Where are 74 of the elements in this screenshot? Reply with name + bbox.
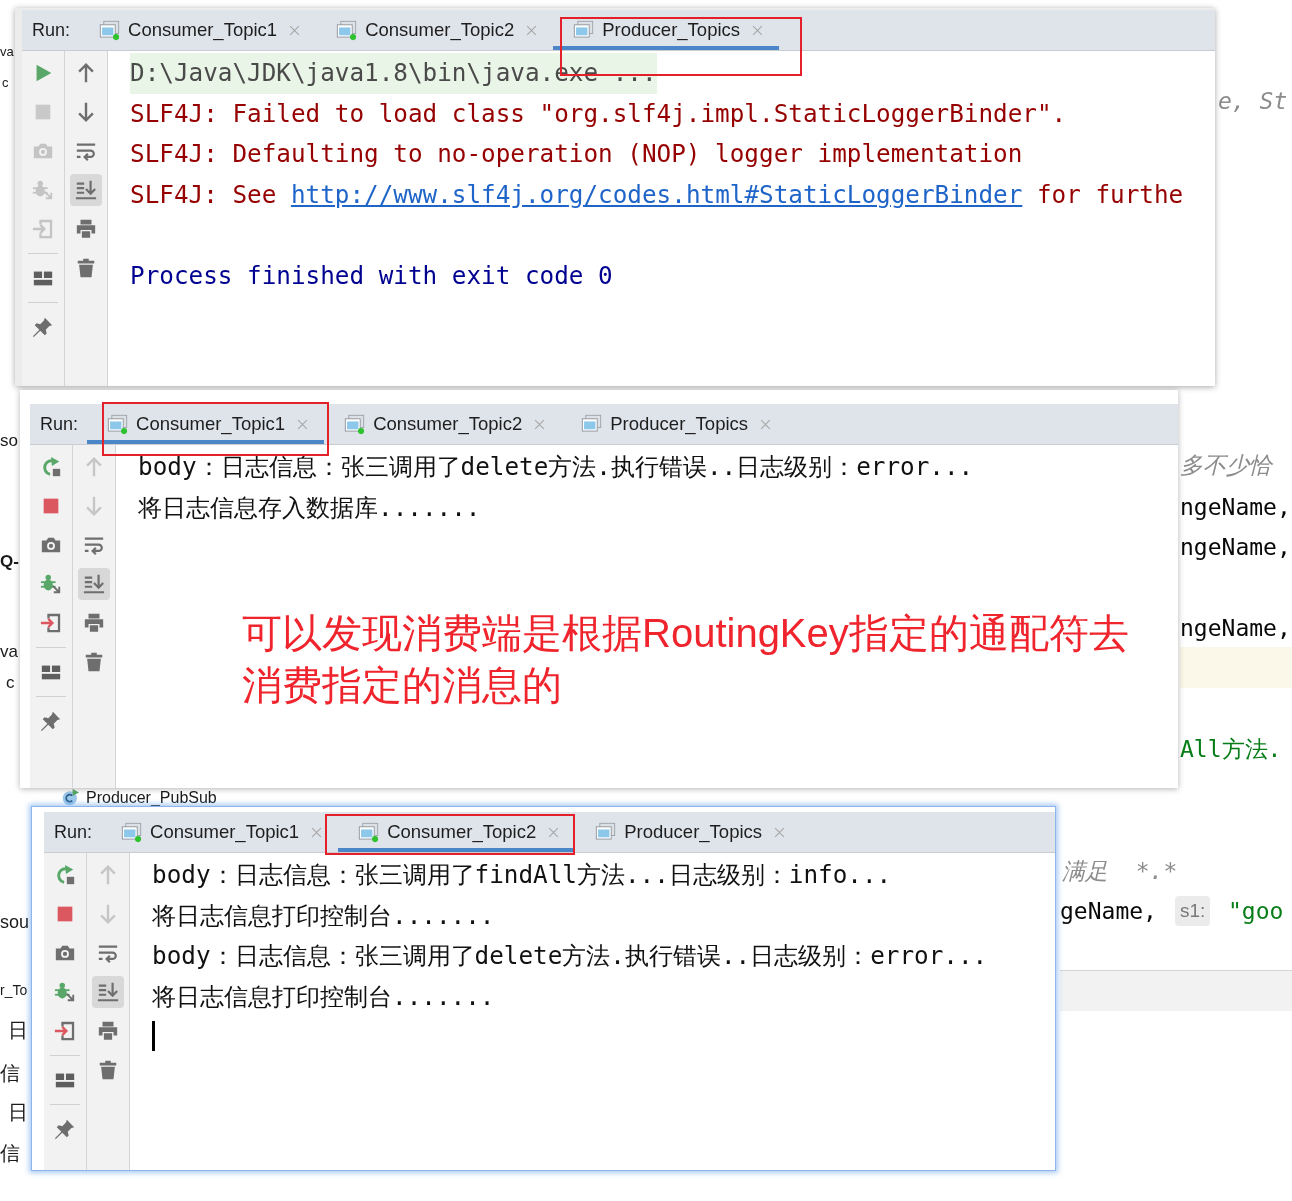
console-line: 将日志信息存入数据库....... bbox=[138, 491, 481, 524]
print-icon bbox=[97, 1020, 119, 1042]
code-fragment: c bbox=[6, 674, 15, 691]
bug-icon bbox=[32, 179, 54, 201]
run-configuration-label: Producer_PubSub bbox=[86, 789, 217, 806]
sign-in-icon bbox=[40, 612, 62, 634]
console-line: 将日志信息打印控制台....... bbox=[152, 899, 495, 932]
code-fragment: sou bbox=[0, 913, 30, 931]
run-label: Run: bbox=[40, 413, 79, 435]
code-fragment: 满足 *.* bbox=[1062, 857, 1178, 885]
scroll-to-end-icon bbox=[83, 573, 105, 595]
run-tab[interactable]: Consumer_Topic2 bbox=[316, 10, 554, 50]
run-label: Run: bbox=[54, 821, 93, 843]
wrap-icon bbox=[97, 942, 119, 964]
code-fragment: va bbox=[0, 643, 18, 660]
trash-icon bbox=[75, 257, 97, 279]
console-line: body：日志信息：张三调用了delete方法.执行错误..日志级别：error... bbox=[138, 451, 974, 483]
parameter-hint: s1: bbox=[1175, 896, 1211, 926]
console-line: body：日志信息：张三调用了findAll方法...日志级别：info... bbox=[152, 859, 892, 891]
console-line: SLF4J: See http://www.slf4j.org/codes.html#StaticLoggerBinder for furthe bbox=[130, 178, 1184, 211]
console-line: SLF4J: Defaulting to no-operation (NOP) logger implementation bbox=[130, 138, 1023, 171]
print-icon bbox=[75, 218, 97, 240]
code-fragment: ngeName, bbox=[1180, 533, 1291, 561]
class-icon bbox=[62, 789, 79, 806]
console-line: SLF4J: Failed to load class "org.slf4j.impl.StaticLoggerBinder". bbox=[130, 97, 1067, 130]
console-line: 将日志信息打印控制台....... bbox=[152, 980, 495, 1013]
scroll-to-end-icon bbox=[97, 981, 119, 1003]
pin-icon bbox=[32, 316, 54, 338]
run-tab[interactable]: Consumer_Topic2 bbox=[324, 404, 562, 444]
code-fragment: 多不少恰 bbox=[1180, 451, 1272, 479]
rerun-icon bbox=[40, 456, 62, 478]
code-fragment: ngeName, bbox=[1180, 614, 1291, 642]
link[interactable]: http://www.slf4j.org/codes.html#StaticLoggerBinder bbox=[290, 179, 1023, 209]
console-line: body：日志信息：张三调用了delete方法.执行错误..日志级别：error... bbox=[152, 940, 988, 973]
code-fragment: e, St bbox=[1218, 87, 1288, 115]
code-fragment: c bbox=[2, 76, 9, 89]
pin-icon bbox=[40, 710, 62, 732]
trash-icon bbox=[83, 651, 105, 673]
code-fragment: 日 bbox=[8, 1102, 28, 1122]
wrap-icon bbox=[83, 534, 105, 556]
code-fragment: "goo bbox=[1228, 897, 1284, 925]
trash-icon bbox=[97, 1059, 119, 1081]
sign-in-icon bbox=[54, 1020, 76, 1042]
code-fragment: All方法. bbox=[1180, 735, 1282, 763]
run-tab[interactable]: Consumer_Topic1 bbox=[79, 10, 317, 50]
scroll-to-end-icon bbox=[75, 179, 97, 201]
code-fragment: ngeName, bbox=[1180, 493, 1291, 521]
run-tab[interactable]: Producer_Topics bbox=[561, 404, 788, 444]
bug-icon bbox=[40, 573, 62, 595]
run-tab[interactable]: Consumer_Topic1 bbox=[87, 404, 325, 444]
code-fragment: r_To bbox=[0, 983, 28, 997]
code-fragment: 日 bbox=[8, 1020, 28, 1040]
run-tab[interactable]: Consumer_Topic2 bbox=[338, 812, 576, 852]
sign-in-icon bbox=[32, 218, 54, 240]
rerun-icon bbox=[54, 864, 76, 886]
scroll-to-end-button[interactable] bbox=[78, 568, 110, 600]
run-tab[interactable]: Consumer_Topic1 bbox=[101, 812, 339, 852]
code-fragment: Q- bbox=[0, 553, 19, 570]
pin-icon bbox=[54, 1118, 76, 1140]
code-fragment: so bbox=[0, 432, 18, 449]
scroll-to-end-button[interactable] bbox=[70, 174, 102, 206]
scroll-to-end-button[interactable] bbox=[92, 976, 124, 1008]
console-line: Process finished with exit code 0 bbox=[130, 259, 613, 292]
run-label: Run: bbox=[32, 19, 71, 41]
run-tab[interactable]: Producer_Topics bbox=[575, 812, 802, 852]
code-fragment: geName, bbox=[1060, 897, 1157, 925]
wrap-icon bbox=[75, 140, 97, 162]
print-icon bbox=[83, 612, 105, 634]
run-tab[interactable]: Producer_Topics bbox=[553, 10, 780, 50]
bug-icon bbox=[54, 981, 76, 1003]
code-fragment: va bbox=[0, 45, 14, 58]
code-fragment: 信 bbox=[0, 1063, 20, 1083]
code-fragment: 信 bbox=[0, 1143, 20, 1163]
annotation-text: 可以发现消费端是根据RoutingKey指定的通配符去消费指定的消息的 bbox=[242, 610, 1130, 710]
